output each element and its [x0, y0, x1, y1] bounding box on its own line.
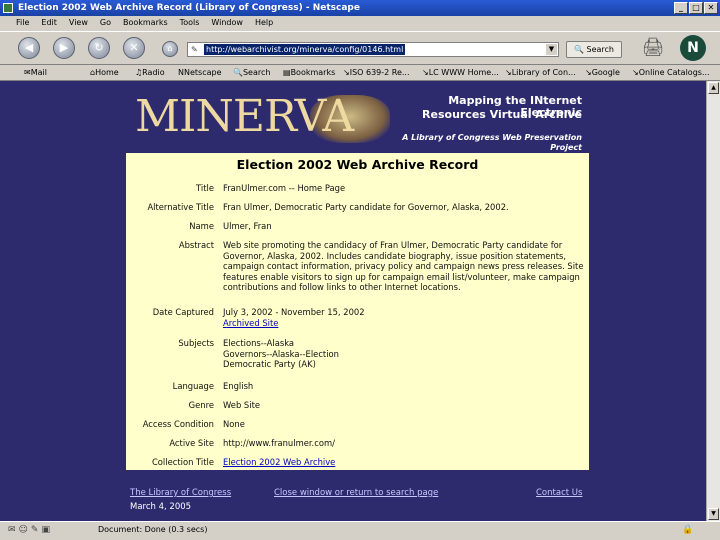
bookmark-library[interactable]: ↘ Library of Con...: [505, 65, 576, 81]
bookmark-label: Home: [95, 68, 119, 77]
bookmark-online-catalogs[interactable]: ↘ Online Catalogs...: [632, 65, 710, 81]
bookmark-label: Search: [242, 68, 271, 77]
back-button[interactable]: ◀: [18, 37, 40, 59]
language-label: Language: [172, 381, 214, 391]
status-bar: ✉☺✎▣ Document: Done (0.3 secs) 🔒: [0, 521, 720, 540]
banner-subtitle: A Library of Congress Web Preservation P…: [402, 133, 582, 152]
subjects-label: Subjects: [178, 338, 214, 348]
alt-title-label: Alternative Title: [147, 202, 214, 212]
page-content: MINERVA Mapping the INternet Electronic …: [0, 81, 706, 521]
menu-bar: File Edit View Go Bookmarks Tools Window…: [0, 16, 720, 30]
url-text: http://webarchivist.org/minerva/config/0…: [204, 44, 406, 55]
status-text: Document: Done (0.3 secs): [98, 525, 208, 534]
name-value: Ulmer, Fran: [223, 221, 272, 231]
search-button-label: Search: [586, 45, 614, 54]
date-captured-label: Date Captured: [152, 307, 214, 317]
menu-bookmarks[interactable]: Bookmarks: [117, 16, 174, 30]
abstract-value: Web site promoting the candidacy of Fran…: [223, 240, 584, 293]
bookmark-bookmarks[interactable]: ▤ Bookmarks: [283, 65, 335, 81]
search-icon: 🔍: [574, 45, 584, 54]
forward-button[interactable]: ▶: [53, 37, 75, 59]
print-icon[interactable]: 🖨: [639, 36, 667, 60]
bookmark-label: Online Catalogs...: [638, 68, 710, 77]
menu-help[interactable]: Help: [249, 16, 279, 30]
security-lock-icon: 🔒: [682, 525, 694, 535]
subject-item: Elections--Alaska: [223, 338, 295, 348]
collection-title-value: Election 2002 Web Archive: [223, 457, 585, 468]
window-title-bar[interactable]: Election 2002 Web Archive Record (Librar…: [0, 0, 720, 16]
archived-site-link[interactable]: Archived Site: [223, 318, 278, 328]
menu-edit[interactable]: Edit: [35, 16, 63, 30]
contact-us-link[interactable]: Contact Us: [536, 488, 582, 498]
language-value: English: [223, 381, 254, 391]
access-condition-label: Access Condition: [142, 419, 214, 429]
close-button[interactable]: ✕: [704, 2, 718, 14]
title-label: Title: [196, 183, 214, 193]
netscape-logo-icon[interactable]: N: [680, 35, 706, 61]
bookmark-label: Netscape: [183, 68, 222, 77]
bookmark-mail[interactable]: ✉ Mail: [24, 65, 47, 81]
bookmark-search[interactable]: 🔍 Search: [233, 65, 270, 81]
active-site-value: http://www.franulmer.com/: [223, 438, 335, 448]
stop-button[interactable]: ✕: [123, 37, 145, 59]
bookmark-label: Radio: [142, 68, 165, 77]
bookmark-label: LC WWW Home...: [428, 68, 499, 77]
date-captured-text: July 3, 2002 - November 15, 2002: [223, 307, 365, 317]
subjects-value: Elections--Alaska Governors--Alaska--Ele…: [223, 338, 585, 370]
bookmark-label: ISO 639-2 Re...: [349, 68, 410, 77]
bookmark-label: Mail: [30, 68, 47, 77]
scroll-down-icon[interactable]: ▼: [708, 508, 719, 520]
bookmark-radio[interactable]: ♫ Radio: [135, 65, 165, 81]
active-site-label: Active Site: [169, 438, 214, 448]
subject-item: Governors--Alaska--Election: [223, 348, 339, 359]
bookmark-home[interactable]: ⌂ Home: [90, 65, 119, 81]
record-panel: Election 2002 Web Archive Record Title F…: [126, 153, 589, 470]
scroll-up-icon[interactable]: ▲: [708, 82, 719, 94]
collection-link[interactable]: Election 2002 Web Archive: [223, 457, 335, 467]
menu-tools[interactable]: Tools: [174, 16, 206, 30]
access-condition-value: None: [223, 419, 245, 429]
abstract-label: Abstract: [178, 240, 214, 250]
minerva-logo: MINERVA: [135, 91, 354, 142]
bookmarks-toolbar: ✉ Mail ⌂ Home ♫ Radio N Netscape 🔍 Searc…: [0, 65, 720, 81]
bookmark-google[interactable]: ↘ Google: [585, 65, 620, 81]
date-captured-value: July 3, 2002 - November 15, 2002 Archive…: [223, 307, 585, 328]
bookmark-iso[interactable]: ↘ ISO 639-2 Re...: [343, 65, 410, 81]
bookmark-label: Bookmarks: [290, 68, 336, 77]
alt-title-value: Fran Ulmer, Democratic Party candidate f…: [223, 202, 509, 212]
banner-tagline: Resources Virtual Archive: [422, 108, 582, 121]
page-icon: ✎: [191, 45, 198, 54]
minerva-banner: MINERVA Mapping the INternet Electronic …: [132, 91, 586, 153]
title-value: FranUlmer.com -- Home Page: [223, 183, 346, 193]
page-date: March 4, 2005: [130, 502, 192, 512]
subject-item: Democratic Party (AK): [223, 359, 316, 370]
navigation-toolbar: ◀ ▶ ↻ ✕ ⌂ ✎ http://webarchivist.org/mine…: [0, 31, 720, 65]
vertical-scrollbar[interactable]: ▲ ▼: [706, 81, 720, 521]
library-of-congress-link[interactable]: The Library of Congress: [130, 488, 231, 498]
status-icons[interactable]: ✉☺✎▣: [8, 525, 53, 535]
menu-window[interactable]: Window: [205, 16, 249, 30]
menu-file[interactable]: File: [10, 16, 35, 30]
chevron-down-icon[interactable]: ▼: [546, 44, 557, 55]
url-field[interactable]: ✎ http://webarchivist.org/minerva/config…: [187, 42, 559, 57]
record-heading: Election 2002 Web Archive Record: [236, 157, 479, 172]
bookmark-netscape[interactable]: N Netscape: [178, 65, 222, 81]
menu-go[interactable]: Go: [94, 16, 117, 30]
bookmark-lc-www[interactable]: ↘ LC WWW Home...: [422, 65, 499, 81]
reload-button[interactable]: ↻: [88, 37, 110, 59]
bookmark-label: Library of Con...: [511, 68, 576, 77]
home-button[interactable]: ⌂: [162, 41, 178, 57]
menu-view[interactable]: View: [63, 16, 94, 30]
netscape-app-icon: [3, 3, 13, 13]
collection-title-label: Collection Title: [151, 457, 214, 467]
maximize-button[interactable]: □: [689, 2, 703, 14]
name-label: Name: [189, 221, 214, 231]
close-window-link[interactable]: Close window or return to search page: [274, 488, 438, 498]
search-button[interactable]: 🔍 Search: [566, 41, 622, 58]
bookmark-label: Google: [591, 68, 620, 77]
genre-value: Web Site: [223, 400, 260, 410]
genre-label: Genre: [188, 400, 214, 410]
window-title: Election 2002 Web Archive Record (Librar…: [18, 3, 360, 13]
minimize-button[interactable]: _: [674, 2, 688, 14]
